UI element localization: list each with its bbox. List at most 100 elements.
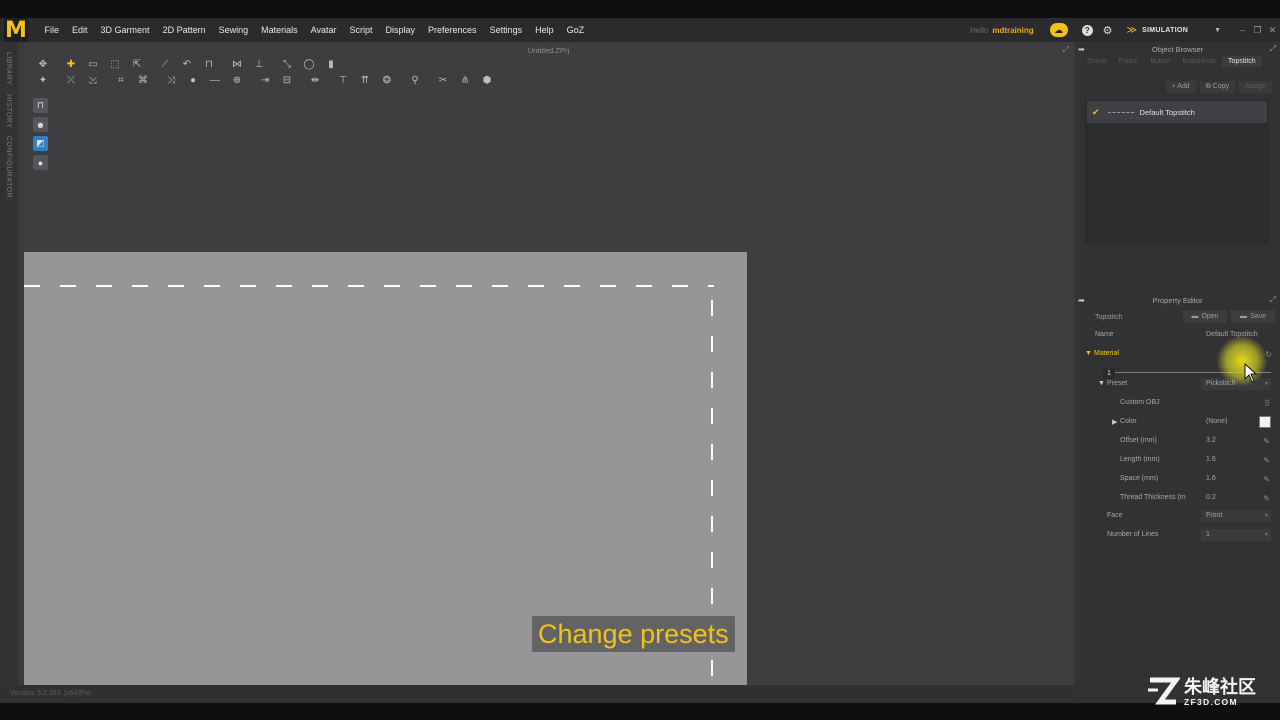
sew-tool-icon[interactable]: ⤫ xyxy=(60,73,82,87)
move-tool-icon[interactable]: ✥ xyxy=(32,57,54,71)
select-icon[interactable]: ⇱ xyxy=(126,57,148,71)
length-input[interactable]: 1.6 xyxy=(1201,454,1271,466)
pencil-icon[interactable]: ✎ xyxy=(1263,456,1270,465)
texture-icon[interactable]: ⬢ xyxy=(476,73,498,87)
object-browser-tabs: Scene Fabric Button Buttonhole Topstitch xyxy=(1081,56,1262,67)
restore-button[interactable]: ❐ xyxy=(1250,25,1265,36)
buttonhole-icon[interactable]: ⊕ xyxy=(226,73,248,87)
pencil-icon[interactable]: ✎ xyxy=(1263,475,1270,484)
sew-segment-icon[interactable]: ⤩ xyxy=(82,73,104,87)
topstitch-icon[interactable]: ⤨ xyxy=(160,73,182,87)
menu-file[interactable]: File xyxy=(38,25,66,35)
space-input[interactable]: 1.6 xyxy=(1201,473,1271,485)
tab-fabric[interactable]: Fabric xyxy=(1113,56,1144,67)
menu-sewing[interactable]: Sewing xyxy=(212,25,255,35)
custom-obj-label: Custom OBJ xyxy=(1120,399,1160,406)
mouse-cursor-icon xyxy=(1244,363,1258,383)
zipper-icon[interactable]: ⇥ xyxy=(254,73,276,87)
cloud-icon[interactable]: ☁ xyxy=(1049,23,1068,37)
preset-label: Preset xyxy=(1107,380,1128,387)
menu-materials[interactable]: Materials xyxy=(255,25,305,35)
expand-icon[interactable]: ⤢ xyxy=(1063,45,1069,55)
avatar-display-icon[interactable]: ☻ xyxy=(33,117,48,132)
length-row: Length (mm) 1.6 ✎ xyxy=(1075,454,1280,468)
expand-icon[interactable]: ⤢ xyxy=(1270,44,1276,54)
cut-icon[interactable]: ✂ xyxy=(432,73,454,87)
collapse-arrow-icon[interactable]: ➡ xyxy=(1078,296,1085,305)
expand-icon[interactable]: ⤢ xyxy=(1270,295,1276,305)
collapse-arrow-icon[interactable]: ➡ xyxy=(1078,45,1085,54)
garment-icon[interactable]: ⊓ xyxy=(198,57,220,71)
menu-help[interactable]: Help xyxy=(529,25,561,35)
menu-settings[interactable]: Settings xyxy=(483,25,529,35)
help-icon[interactable]: ? xyxy=(1081,24,1093,36)
pose-icon[interactable]: ⚲ xyxy=(404,73,426,87)
menu-2d-pattern[interactable]: 2D Pattern xyxy=(156,25,212,35)
tab-topstitch[interactable]: Topstitch xyxy=(1222,56,1262,67)
settings-icon[interactable]: ⚙ xyxy=(1103,24,1113,37)
tab-buttonhole[interactable]: Buttonhole xyxy=(1177,56,1222,67)
close-button[interactable]: ✕ xyxy=(1265,25,1280,36)
menu-preferences[interactable]: Preferences xyxy=(422,25,484,35)
add-button[interactable]: + Add xyxy=(1165,81,1196,93)
button-icon[interactable]: ● xyxy=(182,73,204,87)
fold-arrange-icon[interactable]: ⇈ xyxy=(354,73,376,87)
tack-icon[interactable]: ⊥ xyxy=(248,57,270,71)
user-name[interactable]: mdtraining xyxy=(992,26,1033,35)
rectangle-icon[interactable]: ▭ xyxy=(82,57,104,71)
chevron-down-icon: ▾ xyxy=(1264,381,1268,387)
list-item[interactable]: ✔ Default Topstitch xyxy=(1087,101,1267,123)
tab-configurator[interactable]: CONFIGURATOR xyxy=(5,136,12,198)
pin-icon[interactable]: ⤡ xyxy=(276,57,298,71)
measure-icon[interactable]: ⊟ xyxy=(276,73,298,87)
menu-script[interactable]: Script xyxy=(343,25,379,35)
simulation-mode-dropdown[interactable]: ≫ SIMULATION ▼ xyxy=(1120,24,1227,36)
transform-icon[interactable]: ⬚ xyxy=(104,57,126,71)
color-label: Color xyxy=(1120,418,1137,425)
face-select[interactable]: Front ▾ xyxy=(1201,510,1271,522)
mode-label: SIMULATION xyxy=(1142,26,1189,34)
fabric-icon[interactable]: ⌗ xyxy=(110,73,132,87)
garment-display-icon[interactable]: ⊓ xyxy=(33,98,48,113)
line-tool-icon[interactable]: — xyxy=(204,73,226,87)
tab-scene[interactable]: Scene xyxy=(1081,56,1113,67)
open-button[interactable]: ▬ Open xyxy=(1183,310,1227,323)
menu-display[interactable]: Display xyxy=(379,25,422,35)
offset-input[interactable]: 3.2 xyxy=(1201,435,1271,447)
color-swatch[interactable] xyxy=(1259,416,1271,428)
avatar-pose-icon[interactable]: ✦ xyxy=(32,73,54,87)
arrange-icon[interactable]: ⇹ xyxy=(304,73,326,87)
add-label: Add xyxy=(1177,83,1190,90)
assign-button[interactable]: Assign xyxy=(1238,81,1272,93)
toolbar-row-2: ✦ ⤫ ⤩ ⌗ ⌘ ⤨ ● — ⊕ ⇥ ⊟ ⇹ ⊤ ⇈ ❂ ⚲ ✂ ⋔ ⬢ xyxy=(32,73,498,87)
copy-button[interactable]: ⧉ Copy xyxy=(1199,81,1235,93)
shirt-icon[interactable]: ⊤ xyxy=(332,73,354,87)
texture-display-icon[interactable]: ◩ xyxy=(33,136,48,151)
tab-history[interactable]: HISTORY xyxy=(5,94,12,128)
menu-avatar[interactable]: Avatar xyxy=(304,25,343,35)
fold-icon[interactable]: ⋈ xyxy=(226,57,248,71)
ruler-icon[interactable]: ▮ xyxy=(320,57,342,71)
body-icon[interactable]: ❂ xyxy=(376,73,398,87)
tab-library[interactable]: LIBRARY xyxy=(5,52,12,85)
avatar-head-icon[interactable]: ● xyxy=(33,155,48,170)
hanger-icon[interactable]: ⋔ xyxy=(454,73,476,87)
menu-3d-garment[interactable]: 3D Garment xyxy=(94,25,156,35)
pencil-icon[interactable]: ✎ xyxy=(1263,494,1270,503)
pencil-icon[interactable]: ✎ xyxy=(1263,437,1270,446)
grid-icon[interactable]: ⠿ xyxy=(1264,399,1270,408)
copy-label: Copy xyxy=(1212,83,1229,90)
menu-edit[interactable]: Edit xyxy=(66,25,95,35)
line-icon[interactable]: ⟋ xyxy=(154,57,176,71)
menu-goz[interactable]: GoZ xyxy=(560,25,591,35)
tab-button[interactable]: Button xyxy=(1144,56,1176,67)
minimize-button[interactable]: – xyxy=(1235,25,1250,35)
pattern-icon[interactable]: ⌘ xyxy=(132,73,154,87)
save-button[interactable]: ▬ Save xyxy=(1231,310,1275,323)
lines-select[interactable]: 1 ▾ xyxy=(1201,529,1271,541)
add-point-icon[interactable]: ✚ xyxy=(60,57,82,71)
3d-viewport[interactable]: Untitled.ZPrj ⤢ ✥ ✚ ▭ ⬚ ⇱ ⟋ ↶ ⊓ ⋈ ⊥ ⤡ ◯ … xyxy=(24,42,1073,685)
thread-input[interactable]: 0.2 xyxy=(1201,492,1271,504)
loop-icon[interactable]: ◯ xyxy=(298,57,320,71)
curve-icon[interactable]: ↶ xyxy=(176,57,198,71)
